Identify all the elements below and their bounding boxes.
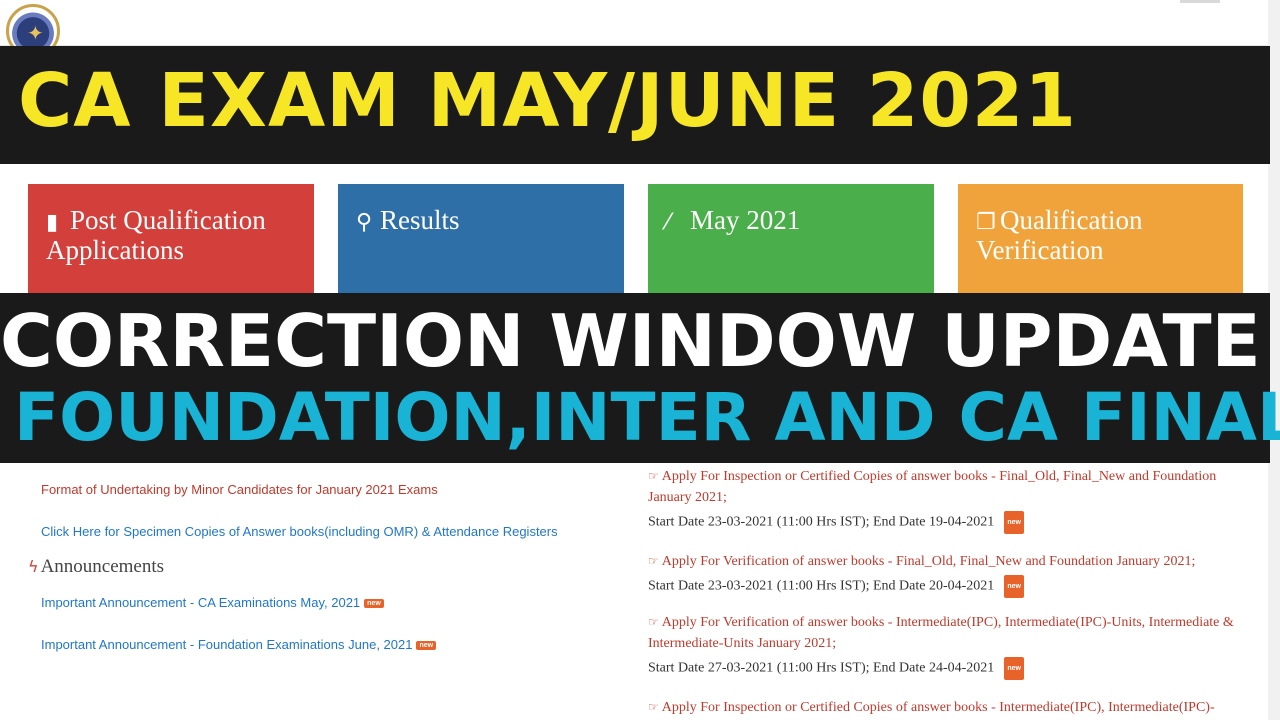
notice-dates: Start Date 27-03-2021 (11:00 Hrs IST); E… [648,657,1248,680]
announcement-text: Important Announcement - CA Examinations… [41,595,361,610]
bolt-icon: ϟ [28,557,39,576]
new-badge: new [1004,657,1024,680]
tile-may-2021[interactable]: ⁄ May 2021 [648,184,934,294]
notice-dates: Start Date 23-03-2021 (11:00 Hrs IST); E… [648,575,1248,598]
notice-item: ☞ Apply For Inspection or Certified Copie… [648,466,1248,534]
quick-link-tiles: ▮ Post Qualification Applications ⚲ Result… [28,184,1243,294]
announcements-heading: ϟ Announcements [28,556,164,578]
notice-item: ☞ Apply For Inspection or Certified Copie… [648,697,1248,720]
new-badge: new [1004,511,1024,534]
correction-window-text: CORRECTION WINDOW UPDATE [0,299,1261,383]
announcement-text: Important Announcement - Foundation Exam… [41,637,413,652]
exam-levels-text: FOUNDATION,INTER AND CA FINAL [14,379,1280,456]
notice-title: Apply For Verification of answer books -… [661,554,1196,569]
logo-emblem-icon: ✦ [27,21,44,45]
tile-post-qualification-applications[interactable]: ▮ Post Qualification Applications [28,184,314,294]
notice-title: Apply For Inspection or Certified Copies… [661,700,1215,715]
header-strip [1180,0,1220,3]
hand-pointer-icon: ☞ [648,615,659,629]
announcement-foundation-june-link[interactable]: Important Announcement - Foundation Exam… [41,637,437,652]
site-header: ✦ [0,0,1280,58]
tile-label: Post Qualification Applications [46,205,266,265]
hand-pointer-icon: ☞ [648,700,659,714]
hand-pointer-icon: ☞ [648,469,659,483]
copy-icon: ❐ [976,210,996,235]
specimen-copies-link[interactable]: Click Here for Specimen Copies of Answer… [41,524,558,539]
notice-link[interactable]: ☞ Apply For Verification of answer books … [648,551,1248,572]
tile-label: Qualification Verification [976,205,1143,265]
headline-text: CA EXAM MAY/JUNE 2021 [18,58,1077,144]
update-banner: CORRECTION WINDOW UPDATE FOUNDATION,INTE… [0,293,1280,463]
notice-item: ☞ Apply For Verification of answer books … [648,612,1248,680]
notice-link[interactable]: ☞ Apply For Inspection or Certified Copie… [648,466,1248,508]
notice-link[interactable]: ☞ Apply For Inspection or Certified Copie… [648,697,1248,720]
hand-pointer-icon: ☞ [648,554,659,568]
notice-item: ☞ Apply For Verification of answer books … [648,551,1248,598]
notice-title: Apply For Verification of answer books -… [648,615,1234,651]
tile-results[interactable]: ⚲ Results [338,184,624,294]
magic-wand-icon: ⁄ [666,210,670,235]
headline-banner: CA EXAM MAY/JUNE 2021 [0,46,1270,164]
tile-label: May 2021 [690,205,801,235]
notice-dates-text: Start Date 23-03-2021 (11:00 Hrs IST); E… [648,578,995,594]
notice-dates: Start Date 23-03-2021 (11:00 Hrs IST); E… [648,511,1248,534]
new-badge: new [364,599,384,609]
tile-label: Results [380,205,460,235]
book-icon: ▮ [46,210,59,235]
notice-dates-text: Start Date 27-03-2021 (11:00 Hrs IST); E… [648,660,995,676]
tile-qualification-verification[interactable]: ❐ Qualification Verification [958,184,1243,294]
new-badge: new [416,641,437,651]
notice-dates-text: Start Date 23-03-2021 (11:00 Hrs IST); E… [648,514,995,530]
search-icon: ⚲ [356,210,373,235]
new-badge: new [1004,575,1024,598]
undertaking-link[interactable]: Format of Undertaking by Minor Candidate… [41,482,438,497]
notice-link[interactable]: ☞ Apply For Verification of answer books … [648,612,1248,654]
notice-title: Apply For Inspection or Certified Copies… [648,469,1217,505]
announcements-title: Announcements [40,556,165,577]
announcement-ca-may-link[interactable]: Important Announcement - CA Examinations… [41,595,384,610]
